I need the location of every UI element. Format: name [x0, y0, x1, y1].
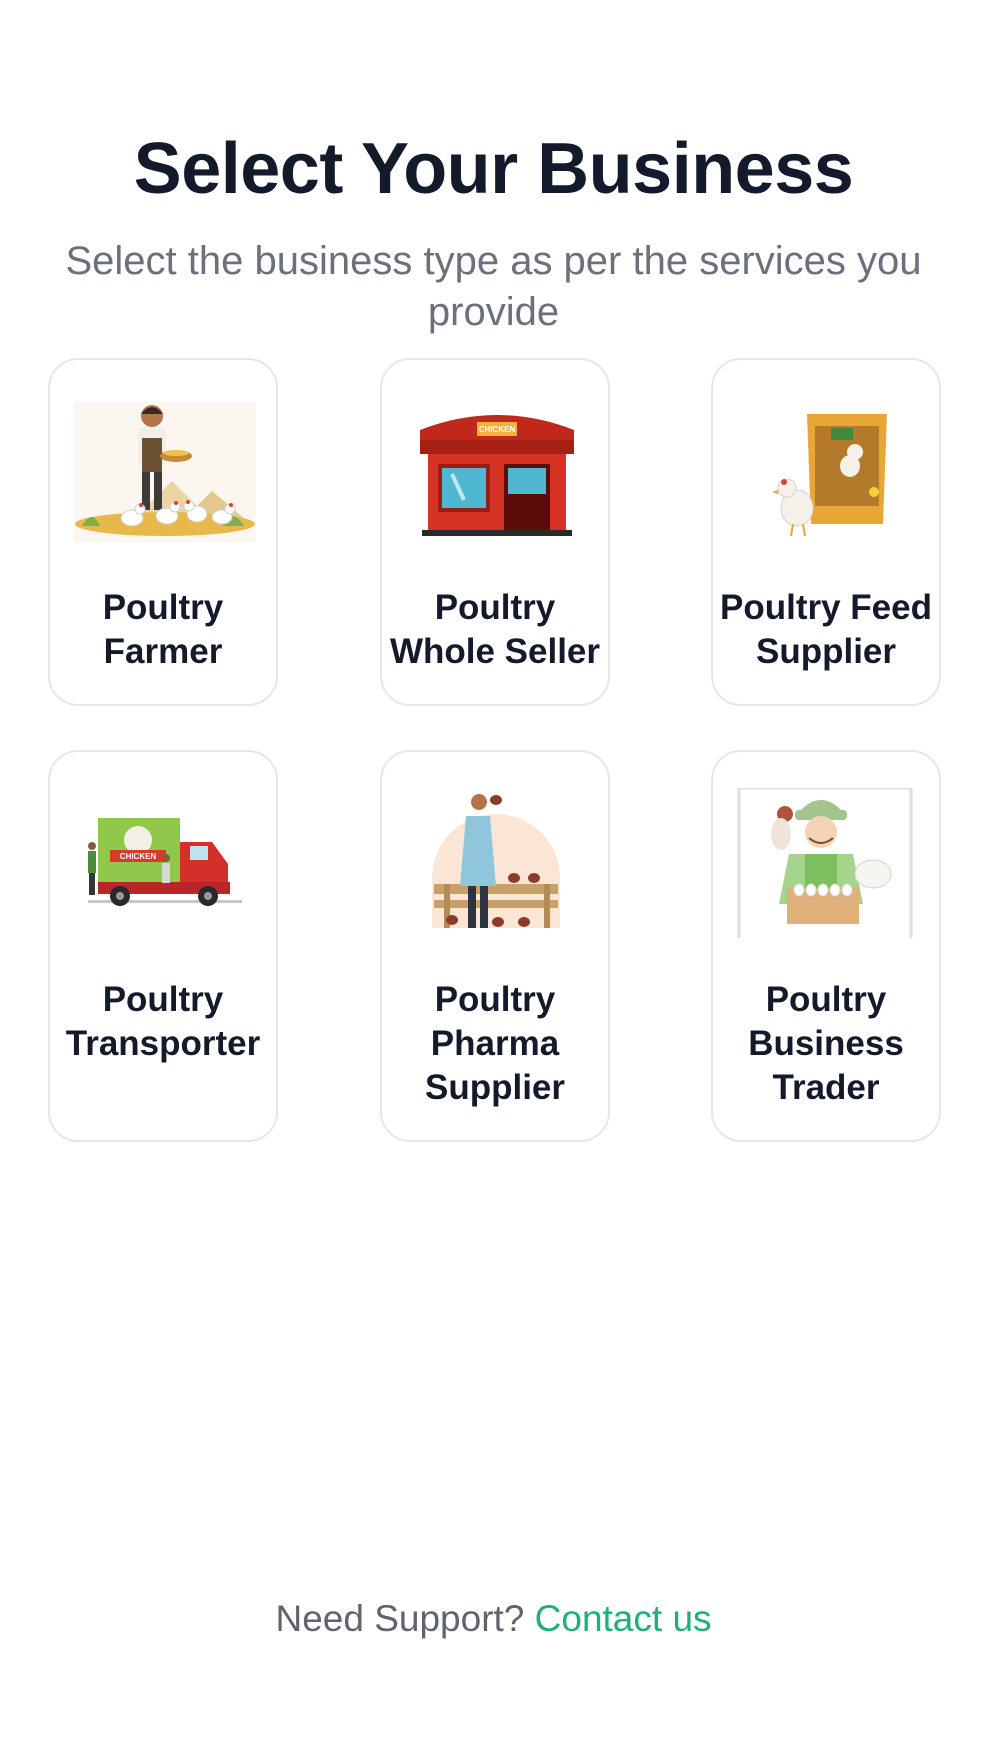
page-subtitle: Select the business type as per the serv…: [65, 239, 922, 334]
support-footer: Need Support? Contact us: [0, 1598, 987, 1640]
business-card-poultry-business-trader[interactable]: Poultry Business Trader: [711, 750, 941, 1142]
business-card-poultry-pharma-supplier[interactable]: Poultry Pharma Supplier: [380, 750, 610, 1142]
poultry-farmer-icon: [72, 396, 258, 546]
shop-sign-text: CHICKEN: [479, 425, 516, 434]
business-card-poultry-transporter[interactable]: CHICKEN Poultry Transporter: [48, 750, 278, 1142]
business-card-poultry-whole-seller[interactable]: CHICKEN Poultry Whole Seller: [380, 358, 610, 706]
egg-trader-icon: [735, 788, 921, 938]
support-text: Need Support?: [275, 1598, 525, 1639]
page-title: Select Your Business: [133, 129, 854, 209]
business-card-label: Poultry Whole Seller: [389, 588, 601, 671]
business-card-label: Poultry Business Trader: [748, 980, 904, 1107]
chicken-shop-icon: CHICKEN: [404, 396, 590, 546]
business-card-label: Poultry Farmer: [102, 588, 224, 671]
business-selection-screen: Select Your Business Select the business…: [0, 0, 987, 1755]
truck-sign-text: CHICKEN: [120, 852, 157, 861]
vet-pharma-icon: [404, 788, 590, 938]
business-card-poultry-feed-supplier[interactable]: Poultry Feed Supplier: [711, 358, 941, 706]
feed-bag-icon: [735, 396, 921, 546]
business-card-label: Poultry Feed Supplier: [720, 588, 932, 671]
chicken-truck-icon: CHICKEN: [72, 788, 258, 938]
business-card-label: Poultry Pharma Supplier: [424, 980, 566, 1107]
contact-us-link[interactable]: Contact us: [535, 1598, 712, 1639]
business-card-poultry-farmer[interactable]: Poultry Farmer: [48, 358, 278, 706]
business-card-label: Poultry Transporter: [65, 980, 261, 1063]
